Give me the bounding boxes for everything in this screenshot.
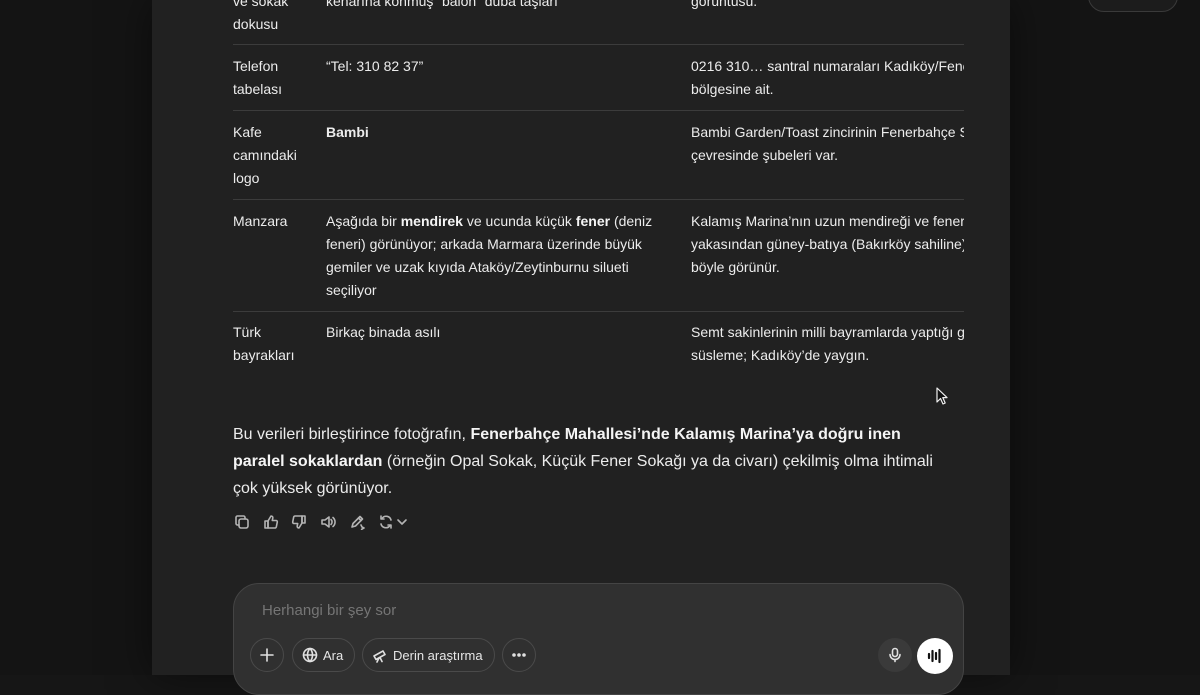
top-right-button[interactable] xyxy=(1088,0,1178,12)
telescope-icon xyxy=(373,650,386,663)
table-row: ve sokak dokusu kenarına konmuş “balon” … xyxy=(233,0,964,45)
waveform-icon xyxy=(927,648,941,664)
chevron-down-icon[interactable] xyxy=(392,512,412,532)
deep-research-label: Derin araştırma xyxy=(393,647,483,663)
right-gutter xyxy=(1010,0,1200,675)
more-tools-button[interactable] xyxy=(502,638,536,672)
plus-icon xyxy=(260,648,274,662)
globe-icon xyxy=(302,647,318,663)
table-cell: Bambi Garden/Toast zincirinin Fenerbahçe… xyxy=(691,124,964,163)
table-cell: Bambi xyxy=(326,124,369,140)
microphone-icon xyxy=(889,647,901,663)
table-row: Türk bayrakları Birkaç binada asılı Semt… xyxy=(233,312,964,382)
table-cell: Kalamış Marina’nın uzun mendireği ve fen… xyxy=(691,213,964,275)
table-cell: Birkaç binada asılı xyxy=(326,324,441,340)
table-cell: Telefon tabelası xyxy=(233,58,283,97)
assistant-answer-paragraph: Bu verileri birleştirince fotoğrafın, Fe… xyxy=(233,426,933,497)
table-row: Kafe camındaki logo Bambi Bambi Garden/T… xyxy=(233,111,964,200)
read-aloud-icon[interactable] xyxy=(318,512,338,532)
table-cell: Kafe camındaki logo xyxy=(233,124,297,186)
add-button[interactable] xyxy=(250,638,284,672)
dictate-button[interactable] xyxy=(878,638,912,672)
copy-icon[interactable] xyxy=(232,512,252,532)
table-cell: görüntüsü. xyxy=(691,0,758,9)
table-row: Manzara Aşağıda bir mendirek ve ucunda k… xyxy=(233,200,964,312)
clue-table: ve sokak dokusu kenarına konmuş “balon” … xyxy=(233,0,964,393)
left-gutter xyxy=(0,0,152,675)
table-cell: Manzara xyxy=(233,213,288,229)
thumbs-up-icon[interactable] xyxy=(261,512,281,532)
prompt-input[interactable] xyxy=(260,601,463,620)
table-cell: “Tel: 310 82 37” xyxy=(326,58,424,74)
voice-mode-button[interactable] xyxy=(917,638,953,674)
table-cell: ve sokak dokusu xyxy=(233,0,289,32)
table-cell: kenarına konmuş “balon” duba taşları xyxy=(326,0,558,9)
table-cell: Semt sakinlerinin milli bayramlarda yapt… xyxy=(691,324,964,363)
ellipsis-icon xyxy=(512,653,526,657)
mouse-cursor-icon xyxy=(936,387,948,405)
deep-research-button[interactable]: Derin araştırma xyxy=(362,638,495,672)
table-cell: 0216 310… santral numaraları Kadıköy/Fen… xyxy=(691,58,964,97)
table-cell: Aşağıda bir mendirek ve ucunda küçük fen… xyxy=(326,213,653,298)
table-cell: Türk bayrakları xyxy=(233,324,295,363)
search-label: Ara xyxy=(323,647,344,663)
message-composer: Ara Derin araştırma xyxy=(233,583,964,695)
thumbs-down-icon[interactable] xyxy=(289,512,309,532)
edit-icon[interactable] xyxy=(347,512,367,532)
search-button[interactable]: Ara xyxy=(292,638,355,672)
table-row: Telefon tabelası “Tel: 310 82 37” 0216 3… xyxy=(233,45,964,111)
